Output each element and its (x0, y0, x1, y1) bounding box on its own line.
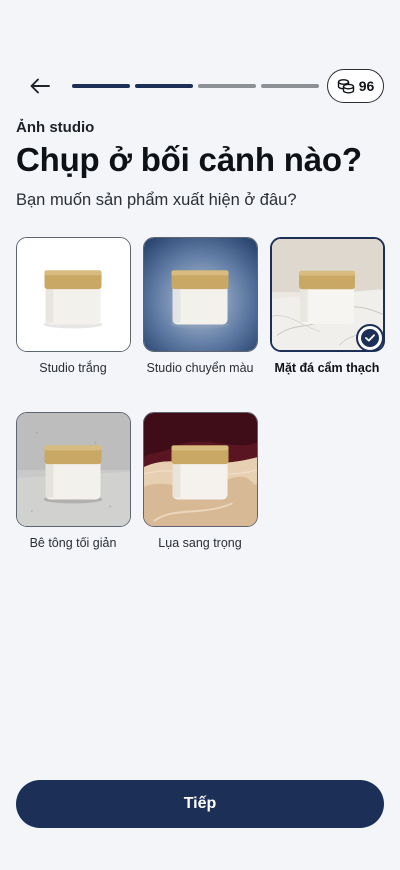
arrow-left-icon (30, 78, 50, 94)
option-label-gradient-studio: Studio chuyển màu (146, 361, 254, 375)
progress-segment-1 (72, 84, 130, 88)
step-progress (72, 84, 319, 88)
option-label-white-studio: Studio trắng (39, 361, 107, 375)
option-label-silk: Lụa sang trọng (158, 536, 242, 550)
checkmark-icon (361, 329, 379, 347)
coins-icon (337, 79, 354, 94)
selected-check-badge (356, 324, 384, 352)
page-title: Chụp ở bối cảnh nào? (16, 141, 362, 178)
top-bar: 96 (0, 68, 400, 104)
eyebrow-label: Ảnh studio (16, 119, 95, 136)
option-card-white-studio[interactable] (16, 237, 131, 352)
progress-segment-2 (135, 84, 193, 88)
credits-count: 96 (358, 78, 375, 94)
back-button[interactable] (26, 72, 54, 100)
concrete-thumbnail (17, 413, 130, 526)
next-button[interactable]: Tiếp (16, 780, 384, 828)
gradient-studio-thumbnail (144, 238, 257, 351)
silk-thumbnail (144, 413, 257, 526)
progress-segment-4 (261, 84, 319, 88)
option-card-silk[interactable] (143, 412, 258, 527)
option-label-marble: Mặt đá cẩm thạch (274, 361, 380, 375)
option-card-gradient-studio[interactable] (143, 237, 258, 352)
progress-segment-3 (198, 84, 256, 88)
white-studio-thumbnail (17, 238, 130, 351)
option-card-concrete[interactable] (16, 412, 131, 527)
option-label-concrete: Bê tông tối giản (29, 536, 117, 550)
page-subtitle: Bạn muốn sản phẩm xuất hiện ở đâu? (16, 191, 297, 209)
credits-badge[interactable]: 96 (327, 69, 384, 103)
